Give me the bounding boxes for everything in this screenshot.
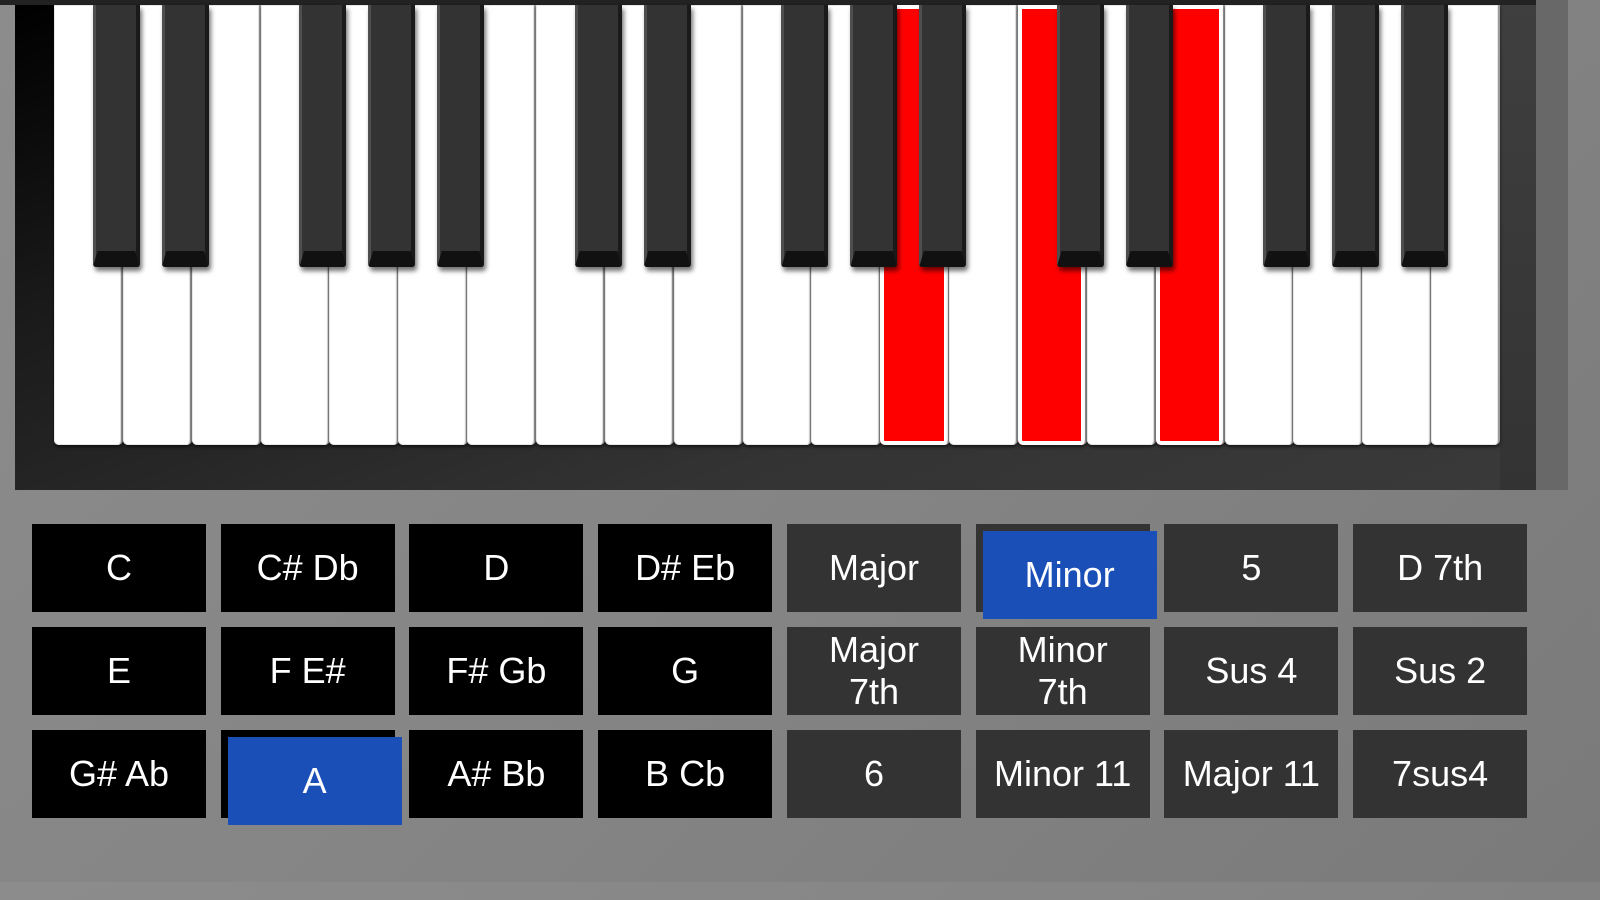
chord-type-button-major-7th[interactable]: Major 7th — [787, 627, 961, 715]
black-key-f-sharp-2[interactable] — [299, 5, 347, 267]
black-key-g-sharp-3[interactable] — [368, 5, 416, 267]
black-key-f-sharp-7[interactable] — [781, 5, 829, 267]
root-note-button-label: C — [106, 547, 132, 588]
chord-type-button-minor-7th[interactable]: Minor 7th — [975, 627, 1150, 715]
chord-type-button-sus-2[interactable]: Sus 2 — [1353, 627, 1528, 715]
root-note-button-g[interactable]: G — [598, 627, 773, 715]
chord-type-button-label: Minor — [982, 531, 1157, 619]
chord-type-button-6[interactable]: 6 — [787, 730, 961, 818]
chord-type-button-5[interactable]: 5 — [1164, 524, 1339, 612]
black-key-c-sharp-10[interactable] — [1056, 5, 1104, 267]
root-note-button-label: D# Eb — [635, 547, 736, 588]
root-note-button-label: D — [483, 547, 510, 588]
root-note-button-label: G — [671, 650, 700, 691]
root-note-button-label: B Cb — [645, 753, 726, 794]
root-note-button-label: C# Db — [256, 547, 359, 588]
chord-type-button-sus-4[interactable]: Sus 4 — [1164, 627, 1339, 715]
root-note-button-a[interactable]: A — [220, 730, 402, 825]
root-note-button-f-sharp-gb[interactable]: F# Gb — [409, 627, 584, 715]
root-note-button-b-cb[interactable]: B Cb — [598, 730, 773, 818]
root-note-button-label: E — [106, 650, 131, 691]
chord-type-button-label: 7sus4 — [1392, 753, 1489, 794]
black-key-a-sharp-4[interactable] — [437, 5, 485, 267]
chord-type-button-label: Minor 11 — [993, 753, 1132, 794]
root-note-button-c-sharp-db[interactable]: C# Db — [220, 524, 395, 612]
root-note-button-d[interactable]: D — [409, 524, 584, 612]
root-note-button-label: A# Bb — [447, 753, 546, 794]
chord-type-button-major[interactable]: Major — [787, 524, 961, 612]
keyboard-frame-edge — [1500, 5, 1536, 490]
chord-type-button-minor[interactable]: Minor — [975, 524, 1157, 619]
root-note-button-label: A — [227, 737, 402, 825]
chord-type-button-label: Major 11 — [1182, 753, 1321, 794]
chord-type-button-label: Sus 2 — [1394, 650, 1487, 691]
black-key-a-sharp-9[interactable] — [919, 5, 967, 267]
black-key-d-sharp-1[interactable] — [161, 5, 209, 267]
chord-type-button-minor-11[interactable]: Minor 11 — [975, 730, 1150, 818]
root-note-button-c[interactable]: C — [32, 524, 206, 612]
black-key-g-sharp-8[interactable] — [850, 5, 898, 267]
chord-type-button-label: Major 7th — [828, 629, 920, 712]
chord-type-button-label: Minor 7th — [1017, 629, 1108, 712]
root-note-button-d-sharp-eb[interactable]: D# Eb — [598, 524, 773, 612]
black-key-f-sharp-12[interactable] — [1263, 5, 1311, 267]
root-note-button-label: F E# — [269, 650, 346, 691]
root-note-button-g-sharp-ab[interactable]: G# Ab — [32, 730, 206, 818]
chord-type-button-7sus4[interactable]: 7sus4 — [1353, 730, 1528, 818]
chord-type-button-label: Major — [828, 547, 920, 588]
chord-type-button-d-7th[interactable]: D 7th — [1353, 524, 1528, 612]
chord-type-button-label: 6 — [863, 753, 885, 794]
root-note-button-label: F# Gb — [446, 650, 547, 691]
right-margin — [1536, 0, 1568, 490]
chord-type-button-major-11[interactable]: Major 11 — [1164, 730, 1339, 818]
chord-type-button-label: 5 — [1241, 547, 1262, 588]
root-note-button-f-e-sharp[interactable]: F E# — [220, 627, 395, 715]
black-key-d-sharp-6[interactable] — [643, 5, 691, 267]
black-key-d-sharp-11[interactable] — [1125, 5, 1173, 267]
black-key-c-sharp-5[interactable] — [574, 5, 622, 267]
black-key-g-sharp-13[interactable] — [1332, 5, 1380, 267]
root-note-button-label: G# Ab — [68, 753, 170, 794]
black-key-a-sharp-14[interactable] — [1401, 5, 1449, 267]
root-note-button-e[interactable]: E — [32, 627, 206, 715]
chord-type-button-label: D 7th — [1397, 547, 1484, 588]
black-key-c-sharp-0[interactable] — [92, 5, 140, 267]
root-note-button-a-sharp-bb[interactable]: A# Bb — [409, 730, 584, 818]
chord-type-button-label: Sus 4 — [1205, 650, 1298, 691]
